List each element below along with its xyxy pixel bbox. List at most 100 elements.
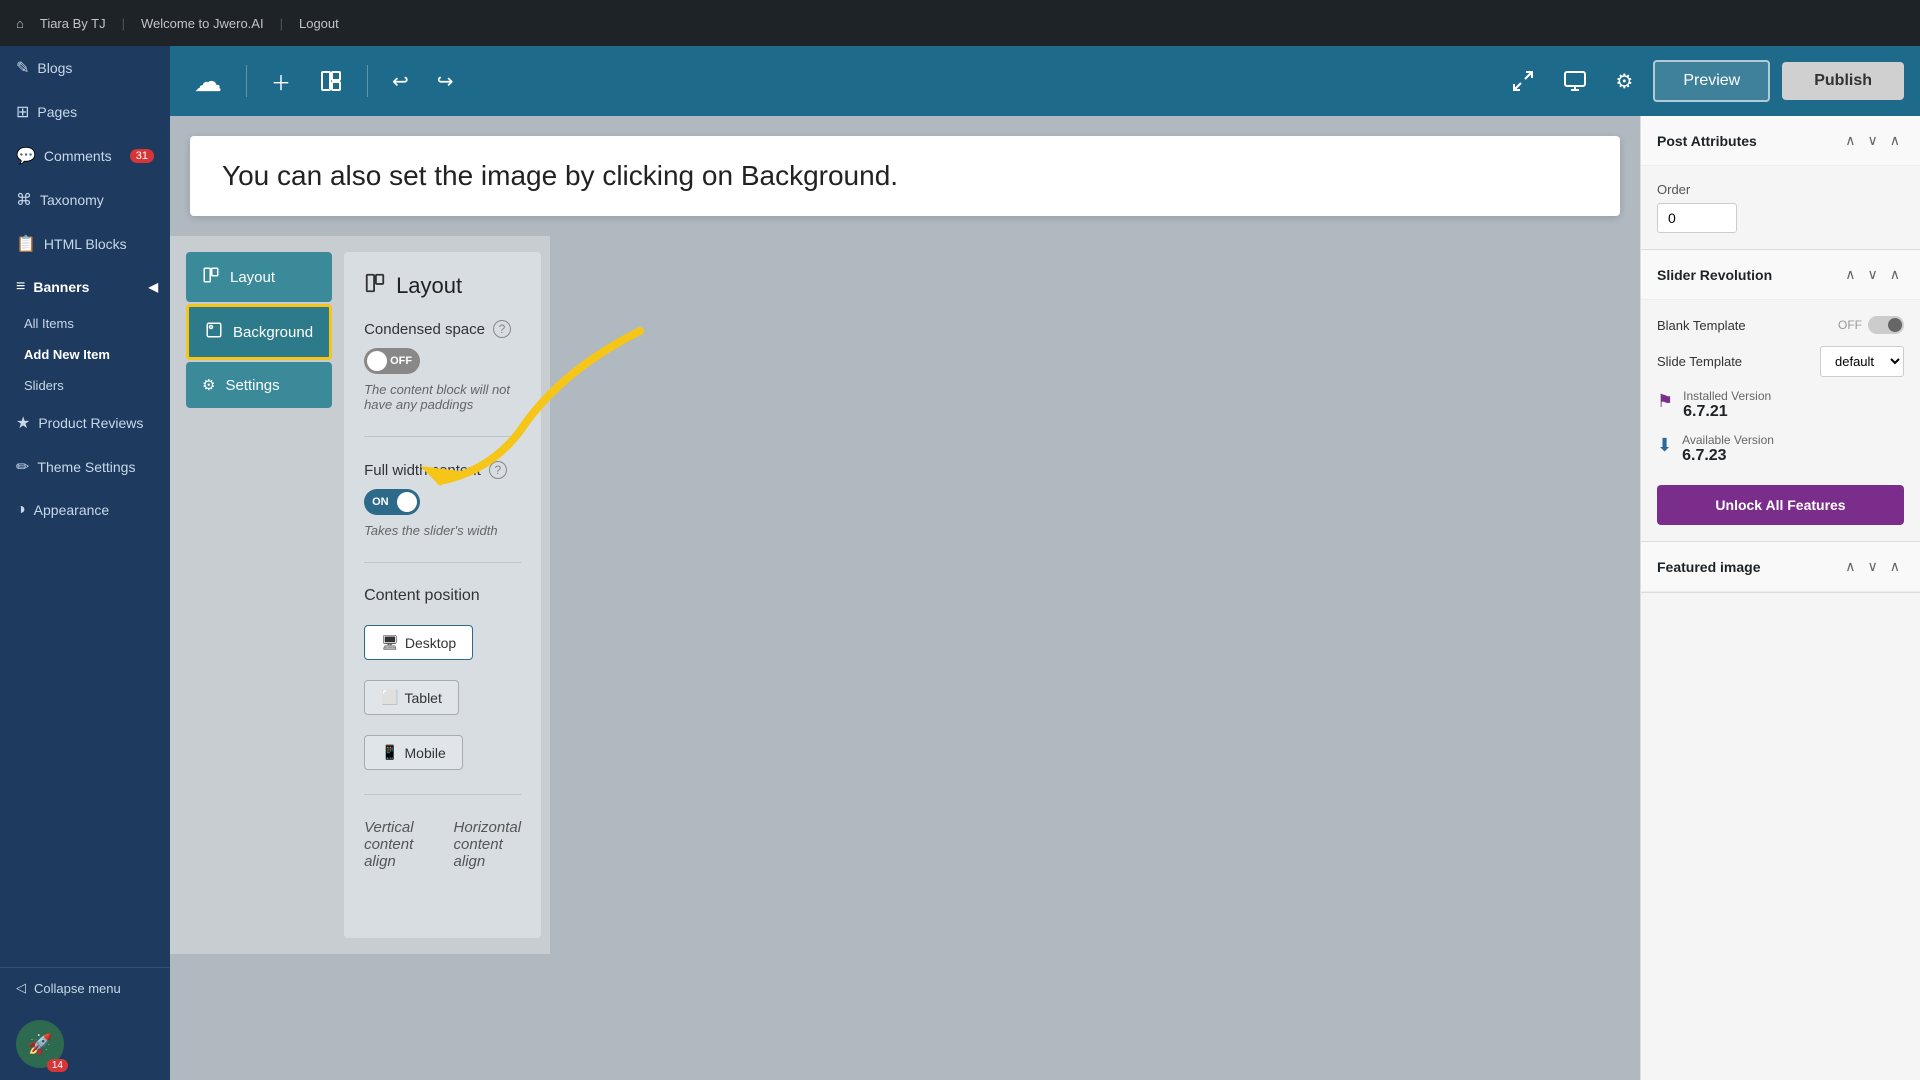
featured-image-header: Featured image ∧ ∨ ∧	[1641, 542, 1920, 592]
sidebar-item-sliders[interactable]: Sliders	[0, 370, 170, 401]
collapse-icon: ◁	[16, 980, 26, 996]
comments-icon: 💬	[16, 146, 36, 166]
editor-toolbar: ☁ ＋ ↩ ↪ ⚙ Preview Publish	[170, 46, 1920, 116]
panel-nav-settings[interactable]: ⚙ Settings	[186, 362, 332, 408]
panel-nav-layout[interactable]: Layout	[186, 252, 332, 302]
unlock-button[interactable]: Unlock All Features	[1657, 485, 1904, 525]
admin-bar: ⌂ Tiara By TJ | Welcome to Jwero.AI | Lo…	[0, 0, 1920, 46]
full-width-row: Full width content ? ON Takes the slider…	[364, 461, 521, 563]
content-position-tabs: Content position 🖥 Desktop ⬜ Tablet	[364, 587, 521, 770]
position-tab-desktop[interactable]: 🖥 Desktop	[364, 625, 473, 660]
full-width-toggle-row: ON	[364, 489, 521, 515]
full-width-hint: Takes the slider's width	[364, 523, 521, 538]
fullscreen-button[interactable]	[1503, 61, 1543, 101]
settings-nav-icon: ⚙	[202, 376, 215, 394]
sidebar-item-all-items[interactable]: All Items	[0, 308, 170, 339]
layout-title-icon	[364, 272, 386, 300]
condensed-toggle-knob	[367, 351, 387, 371]
background-nav-icon	[205, 321, 223, 343]
condensed-toggle[interactable]: OFF	[364, 348, 420, 374]
slider-revolution-section: Slider Revolution ∧ ∨ ∧ Blank Template O…	[1641, 250, 1920, 542]
condensed-help-icon[interactable]: ?	[493, 320, 511, 338]
available-version-row: ⬇ Available Version 6.7.23	[1657, 433, 1904, 465]
redo-button[interactable]: ↪	[429, 61, 462, 102]
installed-version-row: ⚑ Installed Version 6.7.21	[1657, 389, 1904, 421]
banners-arrow-icon: ◀	[149, 280, 158, 294]
pages-icon: ⊞	[16, 102, 29, 122]
settings-panel: Layout Condensed space ? OFF	[344, 252, 541, 938]
vertical-align-label: Vertical content align	[364, 819, 413, 870]
welcome-link[interactable]: Welcome to Jwero.AI	[141, 16, 264, 31]
position-tab-tablet[interactable]: ⬜ Tablet	[364, 680, 459, 715]
post-attributes-expand[interactable]: ∧	[1886, 130, 1904, 151]
publish-button[interactable]: Publish	[1782, 62, 1904, 100]
mobile-icon: 📱	[381, 744, 398, 761]
slider-revolution-header: Slider Revolution ∧ ∨ ∧	[1641, 250, 1920, 300]
avatar[interactable]: 🚀 14	[16, 1020, 64, 1068]
sidebar: ✎ Blogs ⊞ Pages 💬 Comments 31 ⌘ Taxonomy…	[0, 46, 170, 1080]
slide-template-select[interactable]: default blank custom	[1820, 346, 1904, 377]
slide-template-label: Slide Template	[1657, 354, 1742, 369]
position-tab-mobile[interactable]: 📱 Mobile	[364, 735, 463, 770]
target-button[interactable]	[1555, 61, 1595, 101]
separator-1: |	[122, 16, 125, 31]
settings-button[interactable]: ⚙	[1607, 61, 1641, 102]
logout-link[interactable]: Logout	[299, 16, 339, 31]
post-attributes-header: Post Attributes ∧ ∨ ∧	[1641, 116, 1920, 166]
preview-button[interactable]: Preview	[1653, 60, 1770, 102]
condensed-toggle-row: OFF	[364, 348, 521, 374]
cloud-button[interactable]: ☁	[186, 57, 230, 106]
sidebar-item-blogs[interactable]: ✎ Blogs	[0, 46, 170, 90]
taxonomy-icon: ⌘	[16, 190, 32, 210]
featured-image-controls: ∧ ∨ ∧	[1841, 556, 1904, 577]
post-attributes-collapse-down[interactable]: ∨	[1864, 130, 1882, 151]
post-attributes-section: Post Attributes ∧ ∨ ∧ Order	[1641, 116, 1920, 250]
fi-collapse-up[interactable]: ∧	[1841, 556, 1859, 577]
fi-expand[interactable]: ∧	[1886, 556, 1904, 577]
editor-left-panel: Layout Background ⚙ Settings	[170, 236, 550, 954]
sidebar-item-pages[interactable]: ⊞ Pages	[0, 90, 170, 134]
sr-expand[interactable]: ∧	[1886, 264, 1904, 285]
full-width-help-icon[interactable]: ?	[489, 461, 507, 479]
add-block-button[interactable]: ＋	[263, 59, 299, 104]
sidebar-item-add-new[interactable]: Add New Item	[0, 339, 170, 370]
sidebar-item-theme-settings[interactable]: ✏ Theme Settings	[0, 445, 170, 489]
sidebar-item-banners[interactable]: ≡ Banners ◀	[0, 266, 170, 308]
fi-collapse-down[interactable]: ∨	[1864, 556, 1882, 577]
blank-template-row: Blank Template OFF	[1657, 316, 1904, 334]
content-position-label: Content position	[364, 587, 480, 605]
sidebar-item-taxonomy[interactable]: ⌘ Taxonomy	[0, 178, 170, 222]
sr-collapse-up[interactable]: ∧	[1841, 264, 1859, 285]
undo-button[interactable]: ↩	[384, 61, 417, 102]
full-width-toggle[interactable]: ON	[364, 489, 420, 515]
post-attributes-collapse-up[interactable]: ∧	[1841, 130, 1859, 151]
slider-revolution-controls: ∧ ∨ ∧	[1841, 264, 1904, 285]
blogs-icon: ✎	[16, 58, 29, 78]
condensed-space-label: Condensed space ?	[364, 320, 521, 338]
collapse-menu[interactable]: ◁ Collapse menu	[0, 968, 170, 1008]
sidebar-item-html-blocks[interactable]: 📋 HTML Blocks	[0, 222, 170, 266]
panel-nav: Layout Background ⚙ Settings	[186, 252, 332, 938]
separator-2: |	[280, 16, 283, 31]
available-version-info: Available Version 6.7.23	[1682, 433, 1774, 465]
available-icon: ⬇	[1657, 435, 1672, 456]
layout-button[interactable]	[311, 61, 351, 101]
sidebar-item-comments[interactable]: 💬 Comments 31	[0, 134, 170, 178]
available-version-label: Available Version	[1682, 433, 1774, 447]
sidebar-item-appearance[interactable]: ◑ Appearance	[0, 489, 170, 531]
sr-collapse-down[interactable]: ∨	[1864, 264, 1882, 285]
site-name[interactable]: Tiara By TJ	[40, 16, 106, 31]
app-container: ✎ Blogs ⊞ Pages 💬 Comments 31 ⌘ Taxonomy…	[0, 46, 1920, 1080]
blank-template-toggle[interactable]: OFF	[1838, 316, 1904, 334]
align-row: Vertical content align Horizontal conten…	[364, 819, 521, 894]
condensed-space-row: Condensed space ? OFF The content block …	[364, 320, 521, 437]
appearance-icon: ◑	[16, 501, 26, 519]
installed-version-number: 6.7.21	[1683, 403, 1771, 421]
panel-nav-background[interactable]: Background	[186, 304, 332, 360]
order-input[interactable]	[1657, 203, 1737, 233]
blank-template-knob	[1868, 316, 1904, 334]
product-reviews-icon: ★	[16, 413, 30, 433]
sidebar-item-product-reviews[interactable]: ★ Product Reviews	[0, 401, 170, 445]
toolbar-separator-2	[367, 65, 368, 97]
avatar-area: 🚀 14	[0, 1008, 170, 1080]
